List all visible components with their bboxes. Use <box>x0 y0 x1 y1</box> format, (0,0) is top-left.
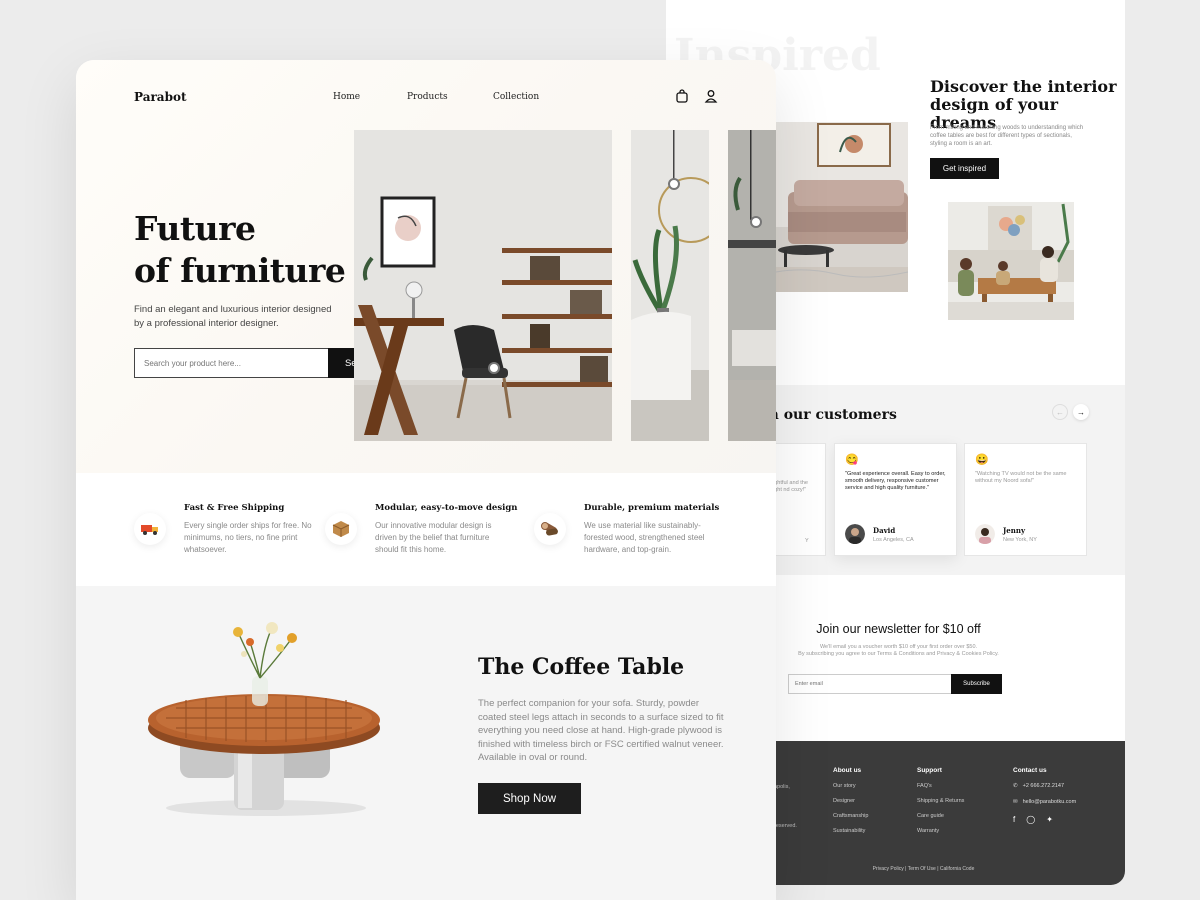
footer-link[interactable]: Shipping & Returns <box>917 798 964 804</box>
product-search-input[interactable] <box>134 348 328 378</box>
smile-emoji-icon: 😋 <box>845 454 859 466</box>
footer-about-column: About us Our story Designer Craftsmanshi… <box>833 767 868 843</box>
phone-icon: ✆ <box>1013 783 1018 789</box>
social-links: f ◯ ✦ <box>1013 815 1076 824</box>
avatar <box>975 524 995 544</box>
dining-room-image <box>728 130 776 441</box>
wood-log-icon <box>534 513 566 545</box>
hero-subtitle: Find an elegant and luxurious interior d… <box>134 304 332 329</box>
contact-email[interactable]: ✉ hello@parabotku.com <box>1013 799 1076 805</box>
prev-arrow-button[interactable]: ← <box>1052 404 1068 420</box>
footer-link[interactable]: Sustainability <box>833 828 868 834</box>
get-inspired-button[interactable]: Get inspired <box>930 158 999 179</box>
author-location: New York, NY <box>1003 536 1037 543</box>
testimonial-author: Jenny New York, NY <box>975 524 1037 544</box>
footer-link[interactable]: FAQ's <box>917 783 964 789</box>
living-room-image <box>776 122 908 292</box>
hero-section: Parabot Home Products Collection Future … <box>76 60 776 473</box>
feature-text: Every single order ships for free. No mi… <box>184 521 312 554</box>
author-name: Jenny <box>1003 525 1026 535</box>
testimonial-location: Y <box>805 538 809 544</box>
box-icon <box>325 513 357 545</box>
footer-link[interactable]: Designer <box>833 798 868 804</box>
nav-home[interactable]: Home <box>333 92 360 102</box>
delivery-truck-icon <box>134 513 166 545</box>
office-room-image <box>354 130 612 441</box>
subscribe-button[interactable]: Subscribe <box>951 674 1002 694</box>
discover-text: From mixing and matching woods to unders… <box>930 125 1084 147</box>
contact-phone[interactable]: ✆ +2 666.272.2147 <box>1013 783 1076 789</box>
testimonial-author: David Los Angeles, CA <box>845 524 914 544</box>
feature-title: Durable, premium materials <box>584 503 720 513</box>
arrow-left-icon: ← <box>1056 407 1064 417</box>
footer-link[interactable]: Warranty <box>917 828 964 834</box>
footer-support-title: Support <box>917 767 942 774</box>
footer-contact-column: Contact us ✆ +2 666.272.2147 ✉ hello@par… <box>1013 767 1076 824</box>
nav-products[interactable]: Products <box>407 92 448 102</box>
hero-title: Future of furniture <box>134 209 346 290</box>
footer-address-fragment: apolis, <box>774 784 790 790</box>
user-icon[interactable] <box>704 89 718 103</box>
arrow-right-icon: → <box>1077 407 1085 417</box>
author-location: Los Angeles, CA <box>873 536 914 543</box>
nav-collection[interactable]: Collection <box>493 92 539 102</box>
grin-emoji-icon: 😀 <box>975 454 989 466</box>
feature-text: We use material like sustainably-foreste… <box>584 521 705 554</box>
footer-copyright-fragment: reserved. <box>774 823 797 829</box>
shop-now-button[interactable]: Shop Now <box>478 783 581 814</box>
brand-logo[interactable]: Parabot <box>134 90 187 104</box>
family-room-image <box>948 202 1074 320</box>
product-description: The perfect companion for your sofa. Stu… <box>478 698 724 763</box>
footer-support-column: Support FAQ's Shipping & Returns Care gu… <box>917 767 964 843</box>
newsletter-email-input[interactable] <box>788 674 952 694</box>
plant-room-image <box>631 130 709 441</box>
shopping-bag-icon[interactable] <box>675 89 689 103</box>
feature-text: Our innovative modular design is driven … <box>375 521 492 554</box>
footer-about-title: About us <box>833 767 862 774</box>
coffee-table-image <box>148 622 380 816</box>
next-arrow-button[interactable]: → <box>1073 404 1089 420</box>
mail-icon: ✉ <box>1013 799 1018 805</box>
main-page: Parabot Home Products Collection Future … <box>76 60 776 900</box>
instagram-icon[interactable]: ◯ <box>1026 815 1035 824</box>
author-name: David <box>873 525 896 535</box>
facebook-icon[interactable]: f <box>1013 815 1015 824</box>
footer-link[interactable]: Our story <box>833 783 868 789</box>
avatar <box>845 524 865 544</box>
testimonial-quote: "Great experience overall. Easy to order… <box>845 471 946 491</box>
testimonial-card: 😀 "Watching TV would not be the same wit… <box>964 443 1087 556</box>
product-section: The Coffee Table The perfect companion f… <box>76 586 776 900</box>
feature-title: Modular, easy-to-move design <box>375 503 518 513</box>
footer-link[interactable]: Craftsmanship <box>833 813 868 819</box>
testimonials-title: m our customers <box>764 407 897 423</box>
twitter-icon[interactable]: ✦ <box>1046 815 1053 824</box>
testimonial-card: 😋 "Great experience overall. Easy to ord… <box>834 443 957 556</box>
footer-link[interactable]: Care guide <box>917 813 964 819</box>
footer-contact-title: Contact us <box>1013 767 1047 774</box>
testimonial-quote: "Watching TV would not be the same witho… <box>975 471 1067 484</box>
feature-title: Fast & Free Shipping <box>184 503 285 513</box>
product-title: The Coffee Table <box>478 654 685 680</box>
